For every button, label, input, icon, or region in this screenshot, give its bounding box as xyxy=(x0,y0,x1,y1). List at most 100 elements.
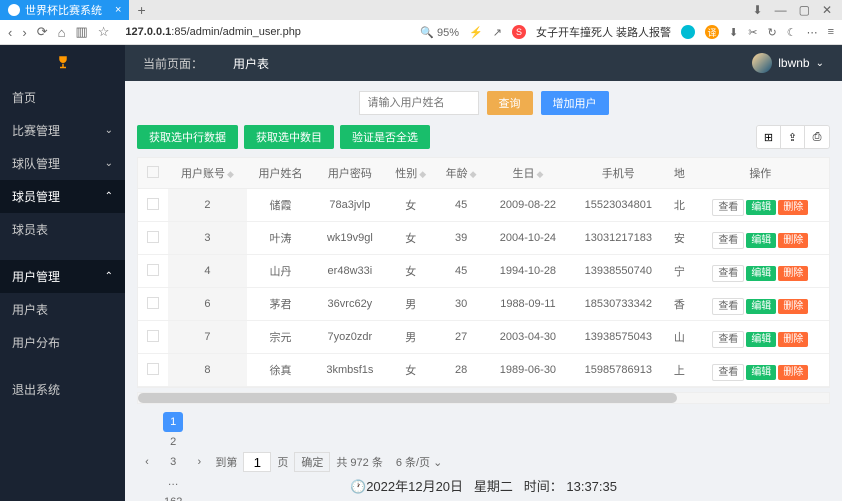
get-rows-button[interactable]: 获取选中行数据 xyxy=(137,125,238,149)
bolt-icon[interactable]: ⚡ xyxy=(469,26,483,39)
col-pwd[interactable]: 用户密码 xyxy=(314,158,385,189)
row-checkbox[interactable] xyxy=(147,264,159,276)
url-input[interactable]: 127.0.0.1:85/admin/admin_user.php xyxy=(119,26,307,38)
share-icon[interactable]: ↗ xyxy=(493,26,502,39)
columns-icon[interactable]: ⊞ xyxy=(757,126,781,148)
cell-phone: 15523034801 xyxy=(570,189,668,222)
app-logo[interactable] xyxy=(0,45,125,81)
col-region[interactable]: 地 xyxy=(667,158,692,189)
delete-button[interactable]: 删除 xyxy=(778,233,808,248)
row-checkbox[interactable] xyxy=(147,198,159,210)
row-checkbox[interactable] xyxy=(147,297,159,309)
arrow-down-icon[interactable]: ⬇ xyxy=(729,26,738,39)
horizontal-scrollbar[interactable] xyxy=(137,392,830,404)
view-button[interactable]: 查看 xyxy=(712,331,744,348)
sidebar-subitem-user-list[interactable]: 用户表 xyxy=(0,293,125,326)
moon-icon[interactable]: ☾ xyxy=(787,26,797,39)
action-row: 获取选中行数据 获取选中数目 验证是否全选 ⊞ ⇪ ⎙ xyxy=(137,125,830,149)
view-button[interactable]: 查看 xyxy=(712,199,744,216)
row-checkbox[interactable] xyxy=(147,363,159,375)
chevron-up-icon: ⌃ xyxy=(105,191,113,202)
window-close[interactable]: ✕ xyxy=(822,3,832,17)
window-maximize[interactable]: ▢ xyxy=(799,3,810,17)
col-bday[interactable]: 生日◆ xyxy=(486,158,569,189)
add-user-button[interactable]: 增加用户 xyxy=(541,91,609,115)
export-icon[interactable]: ⇪ xyxy=(781,126,805,148)
nav-forward-icon[interactable]: › xyxy=(22,25,26,40)
col-name[interactable]: 用户姓名 xyxy=(247,158,314,189)
edit-button[interactable]: 编辑 xyxy=(746,365,776,380)
edit-button[interactable]: 编辑 xyxy=(746,299,776,314)
edit-button[interactable]: 编辑 xyxy=(746,200,776,215)
sidebar-item-logout[interactable]: 退出系统 xyxy=(0,373,125,406)
nav-book-icon[interactable]: ▥ xyxy=(75,24,87,40)
edit-button[interactable]: 编辑 xyxy=(746,266,776,281)
browser-tab-active[interactable]: 世界杯比赛系统 × xyxy=(0,0,129,20)
page-prev[interactable]: ‹ xyxy=(137,452,157,472)
s-icon[interactable]: S xyxy=(512,25,526,39)
goto-confirm-button[interactable]: 确定 xyxy=(294,452,330,472)
news-ticker[interactable]: 女子开车撞死人 装路人报警 xyxy=(536,24,671,40)
sidebar-item-team[interactable]: 球队管理⌄ xyxy=(0,147,125,180)
total-label: 共 972 条 xyxy=(336,454,382,470)
page-size-select[interactable]: 6 条/页 ⌄ xyxy=(389,452,450,472)
sidebar-subitem-player-list[interactable]: 球员表 xyxy=(0,213,125,246)
nav-home-icon[interactable]: ⌂ xyxy=(58,25,66,40)
nav-star-icon[interactable]: ☆ xyxy=(98,24,110,40)
delete-button[interactable]: 删除 xyxy=(778,266,808,281)
scissors-icon[interactable]: ✂ xyxy=(748,26,757,39)
delete-button[interactable]: 删除 xyxy=(778,200,808,215)
tab-title: 世界杯比赛系统 xyxy=(25,2,102,18)
page-next[interactable]: › xyxy=(189,452,209,472)
select-all-checkbox[interactable] xyxy=(147,166,159,178)
scrollbar-thumb[interactable] xyxy=(138,393,677,403)
col-account[interactable]: 用户账号◆ xyxy=(168,158,247,189)
page-number[interactable]: 3 xyxy=(163,452,183,472)
history-icon[interactable]: ↻ xyxy=(767,26,776,39)
user-menu[interactable]: lbwnb ⌄ xyxy=(752,53,824,73)
col-phone[interactable]: 手机号 xyxy=(570,158,668,189)
window-minimize[interactable]: — xyxy=(775,3,787,17)
new-tab-button[interactable]: + xyxy=(129,2,153,18)
row-checkbox[interactable] xyxy=(147,231,159,243)
page-number[interactable]: 1 xyxy=(163,412,183,432)
col-gender[interactable]: 性别◆ xyxy=(386,158,436,189)
delete-button[interactable]: 删除 xyxy=(778,332,808,347)
more-icon[interactable]: ⋯ xyxy=(807,26,818,39)
download-icon[interactable]: ⬇ xyxy=(753,3,763,17)
sidebar-item-home[interactable]: 首页 xyxy=(0,81,125,114)
page-number[interactable]: 2 xyxy=(163,432,183,452)
hamburger-icon[interactable]: ≡ xyxy=(828,26,834,38)
circle1-icon[interactable] xyxy=(681,25,695,39)
translate-icon[interactable]: 译 xyxy=(705,25,719,39)
view-button[interactable]: 查看 xyxy=(712,298,744,315)
col-age[interactable]: 年龄◆ xyxy=(436,158,486,189)
query-button[interactable]: 查询 xyxy=(487,91,533,115)
get-count-button[interactable]: 获取选中数目 xyxy=(244,125,334,149)
sidebar-item-player[interactable]: 球员管理⌃ xyxy=(0,180,125,213)
breadcrumb-label: 当前页面： xyxy=(143,55,203,72)
row-checkbox[interactable] xyxy=(147,330,159,342)
goto-page-input[interactable] xyxy=(243,452,271,472)
search-input[interactable] xyxy=(359,91,479,115)
edit-button[interactable]: 编辑 xyxy=(746,233,776,248)
view-button[interactable]: 查看 xyxy=(712,232,744,249)
view-button[interactable]: 查看 xyxy=(712,364,744,381)
zoom-label[interactable]: 🔍 95% xyxy=(420,26,459,39)
delete-button[interactable]: 删除 xyxy=(778,365,808,380)
sidebar-subitem-user-dist[interactable]: 用户分布 xyxy=(0,326,125,359)
sidebar-item-match[interactable]: 比赛管理⌄ xyxy=(0,114,125,147)
delete-button[interactable]: 删除 xyxy=(778,299,808,314)
tab-close-icon[interactable]: × xyxy=(115,4,121,16)
cell-pwd: 7yoz0zdr xyxy=(314,321,385,354)
edit-button[interactable]: 编辑 xyxy=(746,332,776,347)
check-all-button[interactable]: 验证是否全选 xyxy=(340,125,430,149)
nav-reload-icon[interactable]: ⟳ xyxy=(37,24,48,40)
view-button[interactable]: 查看 xyxy=(712,265,744,282)
chevron-down-icon: ⌄ xyxy=(105,125,113,136)
nav-back-icon[interactable]: ‹ xyxy=(8,25,12,40)
print-icon[interactable]: ⎙ xyxy=(805,126,829,148)
cell-region: 香 xyxy=(667,288,692,321)
sidebar-item-user[interactable]: 用户管理⌃ xyxy=(0,260,125,293)
cell-phone: 13031217183 xyxy=(570,222,668,255)
